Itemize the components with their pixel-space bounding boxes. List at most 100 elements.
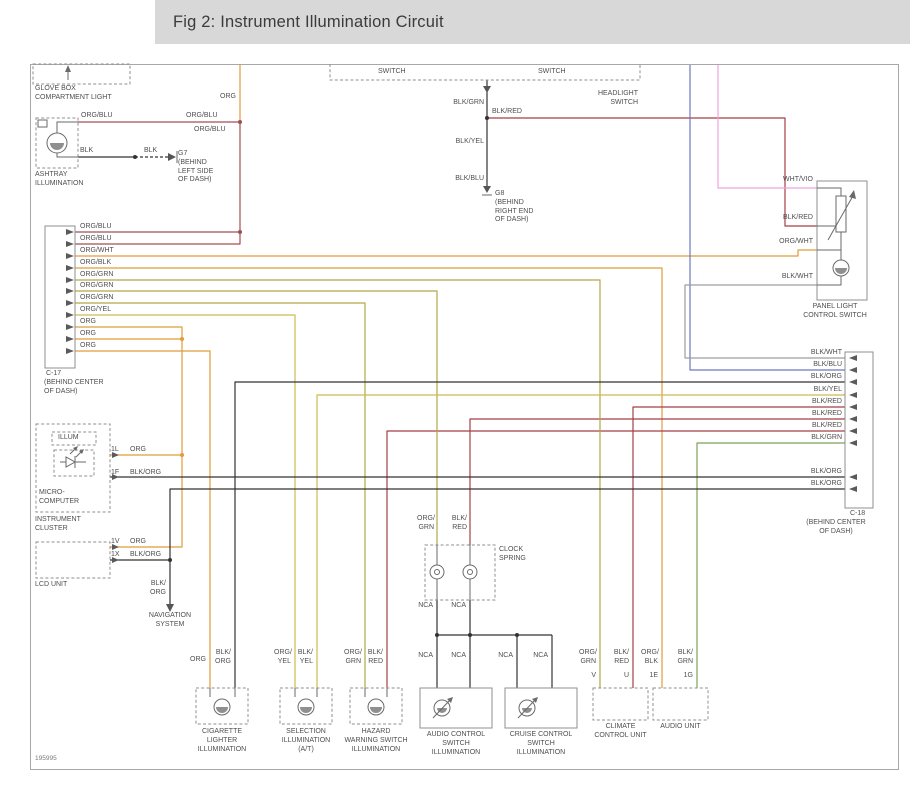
wire-label-org-blu-3: ORG/BLU: [194, 126, 226, 135]
c18-pin-label: BLK/RED: [800, 398, 842, 407]
wire-label-blk-blu-seg: BLK/BLU: [447, 175, 484, 184]
wire-label-ashtray-blk: BLK: [80, 147, 93, 156]
nca-label: NCA: [450, 652, 466, 661]
panel-light-switch-outline: [817, 181, 867, 300]
wire-label-wht-vio: WHT/VIO: [771, 176, 813, 185]
headlight-section-left-label: SWITCH: [378, 68, 406, 77]
clock-spring-outline: [425, 545, 495, 600]
nav-arrow-icon: [166, 604, 174, 612]
wire-label-clock-blk-red: BLK/ RED: [450, 515, 467, 533]
wire-label-lcd-blk-org: BLK/ORG: [130, 551, 161, 560]
wire-label-cig-org: ORG: [190, 656, 206, 665]
cruise-control-lamp-icon: [518, 697, 538, 718]
wire-label-au-blk-grn: BLK/ GRN: [676, 649, 693, 667]
wire-label-g7-blk: BLK: [144, 147, 157, 156]
clock-spring-label: CLOCK SPRING: [499, 546, 526, 564]
hazard-outline: [350, 688, 402, 724]
blk-blu-wire: [690, 65, 845, 370]
c17-pin-label: ORG/BLK: [80, 259, 111, 268]
wire-label-nav-blk-org: BLK/ ORG: [148, 580, 166, 598]
c18-pin-label: BLK/BLU: [800, 361, 842, 370]
glove-box-outline: [33, 64, 130, 84]
wire-label-panel-blk-red: BLK/RED: [771, 214, 813, 223]
cigarette-label: CIGARETTE LIGHTER ILLUMINATION: [192, 728, 252, 754]
selection-lamp-icon: [295, 688, 317, 715]
lcd-unit-label: LCD UNIT: [35, 581, 67, 590]
wire-label-cluster-blk-org: BLK/ORG: [130, 469, 161, 478]
c18-pin-label: BLK/ORG: [800, 468, 842, 477]
c18-pin-label: BLK/WHT: [800, 349, 842, 358]
c18-location-label: (BEHIND CENTER OF DASH): [797, 519, 875, 537]
c17-pin-label: ORG/YEL: [80, 306, 111, 315]
c17-pin-label: ORG/GRN: [80, 294, 113, 303]
wire-label-cig-blk-org: BLK/ ORG: [214, 649, 231, 667]
c17-pin-label: ORG: [80, 342, 96, 351]
climate-pin-u-label: U: [621, 672, 629, 681]
wire-label-org-blu-2: ORG/BLU: [186, 112, 218, 121]
selection-outline: [280, 688, 332, 724]
micro-computer-label: MICRO- COMPUTER: [39, 489, 79, 507]
wire-label-clim-blk-red: BLK/ RED: [612, 649, 629, 667]
ground-g7-icon: [168, 151, 177, 163]
wire-label-lcd-org: ORG: [130, 538, 146, 547]
instrument-cluster-label: INSTRUMENT CLUSTER: [35, 516, 81, 534]
ground-g7-label: G7 (BEHIND LEFT SIDE OF DASH): [178, 150, 213, 185]
c17-pin-label: ORG: [80, 318, 96, 327]
audio-unit-pin-1e-label: 1E: [646, 672, 658, 681]
c18-pin-label: BLK/ORG: [800, 480, 842, 489]
lcd-pin-1x-label: 1X: [111, 551, 120, 560]
selection-label: SELECTION ILLUMINATION (A/T): [276, 728, 336, 754]
audio-unit-pin-1g-label: 1G: [681, 672, 693, 681]
c17-location-label: (BEHIND CENTER OF DASH): [44, 379, 104, 397]
lamp-icon: [38, 120, 78, 157]
rheostat-icon: [817, 188, 856, 260]
wht-vio-wire: [718, 65, 817, 188]
wire-label-panel-org-wht: ORG/WHT: [771, 238, 813, 247]
c17-id-label: C-17: [46, 370, 61, 379]
c17-pin-label: ORG/WHT: [80, 247, 114, 256]
headlight-section-right-label: SWITCH: [538, 68, 566, 77]
lcd-pin-1v-label: 1V: [111, 538, 120, 547]
c18-pin-label: BLK/RED: [800, 422, 842, 431]
down-arrow-icon: [483, 86, 491, 93]
c18-pin-label: BLK/ORG: [800, 373, 842, 382]
audio-control-label: AUDIO CONTROL SWITCH ILLUMINATION: [421, 731, 491, 757]
blk-wht-wire: [685, 285, 845, 358]
lcd-outline: [36, 542, 110, 578]
wire-label-panel-blk-wht: BLK/WHT: [771, 273, 813, 282]
ground-g8-label: G8 (BEHIND RIGHT END OF DASH): [495, 190, 533, 225]
wire-label-haz-blk-red: BLK/ RED: [366, 649, 383, 667]
wiring-diagram-page: Fig 2: Instrument Illumination Circuit: [0, 0, 910, 789]
headlight-switch-label: HEADLIGHT SWITCH: [580, 90, 638, 108]
c17-outline: [45, 226, 75, 368]
audio-control-lamp-icon: [433, 697, 453, 718]
connector-pins: [66, 229, 857, 563]
led-icon: [60, 446, 86, 468]
climate-outline: [593, 688, 648, 720]
panel-lamp-icon: [817, 260, 849, 285]
junction-dots: [133, 116, 519, 637]
wire-label-sel-org-yel: ORG/ YEL: [274, 649, 291, 667]
c17-pin-label: ORG/GRN: [80, 282, 113, 291]
audio-unit-label: AUDIO UNIT: [648, 723, 713, 732]
cigarette-lamp-icon: [210, 688, 235, 715]
cluster-pin-1l-label: 1L: [111, 446, 119, 455]
audio-unit-outline: [653, 688, 708, 720]
sheet-ref-number: 195995: [35, 755, 57, 764]
c18-pin-label: BLK/YEL: [800, 386, 842, 395]
nca-label: NCA: [450, 602, 466, 611]
c17-pin-label: ORG/GRN: [80, 271, 113, 280]
cigarette-outline: [196, 688, 248, 724]
wire-label-au-org-blk: ORG/ BLK: [641, 649, 658, 667]
wire-label-cluster-org: ORG: [130, 446, 146, 455]
navigation-system-label: NAVIGATION SYSTEM: [142, 612, 198, 630]
cluster-pin-1f-label: 1F: [111, 469, 119, 478]
yellow-wires: [75, 315, 845, 688]
climate-pin-v-label: V: [588, 672, 596, 681]
c18-pin-label: BLK/GRN: [800, 434, 842, 443]
wire-label-blk-grn-seg: BLK/GRN: [447, 99, 484, 108]
cruise-control-label: CRUISE CONTROL SWITCH ILLUMINATION: [506, 731, 576, 757]
wiring-svg: [0, 0, 910, 789]
ashtray-label: ASHTRAY ILLUMINATION: [35, 171, 84, 189]
illum-label: ILLUM: [58, 434, 79, 443]
